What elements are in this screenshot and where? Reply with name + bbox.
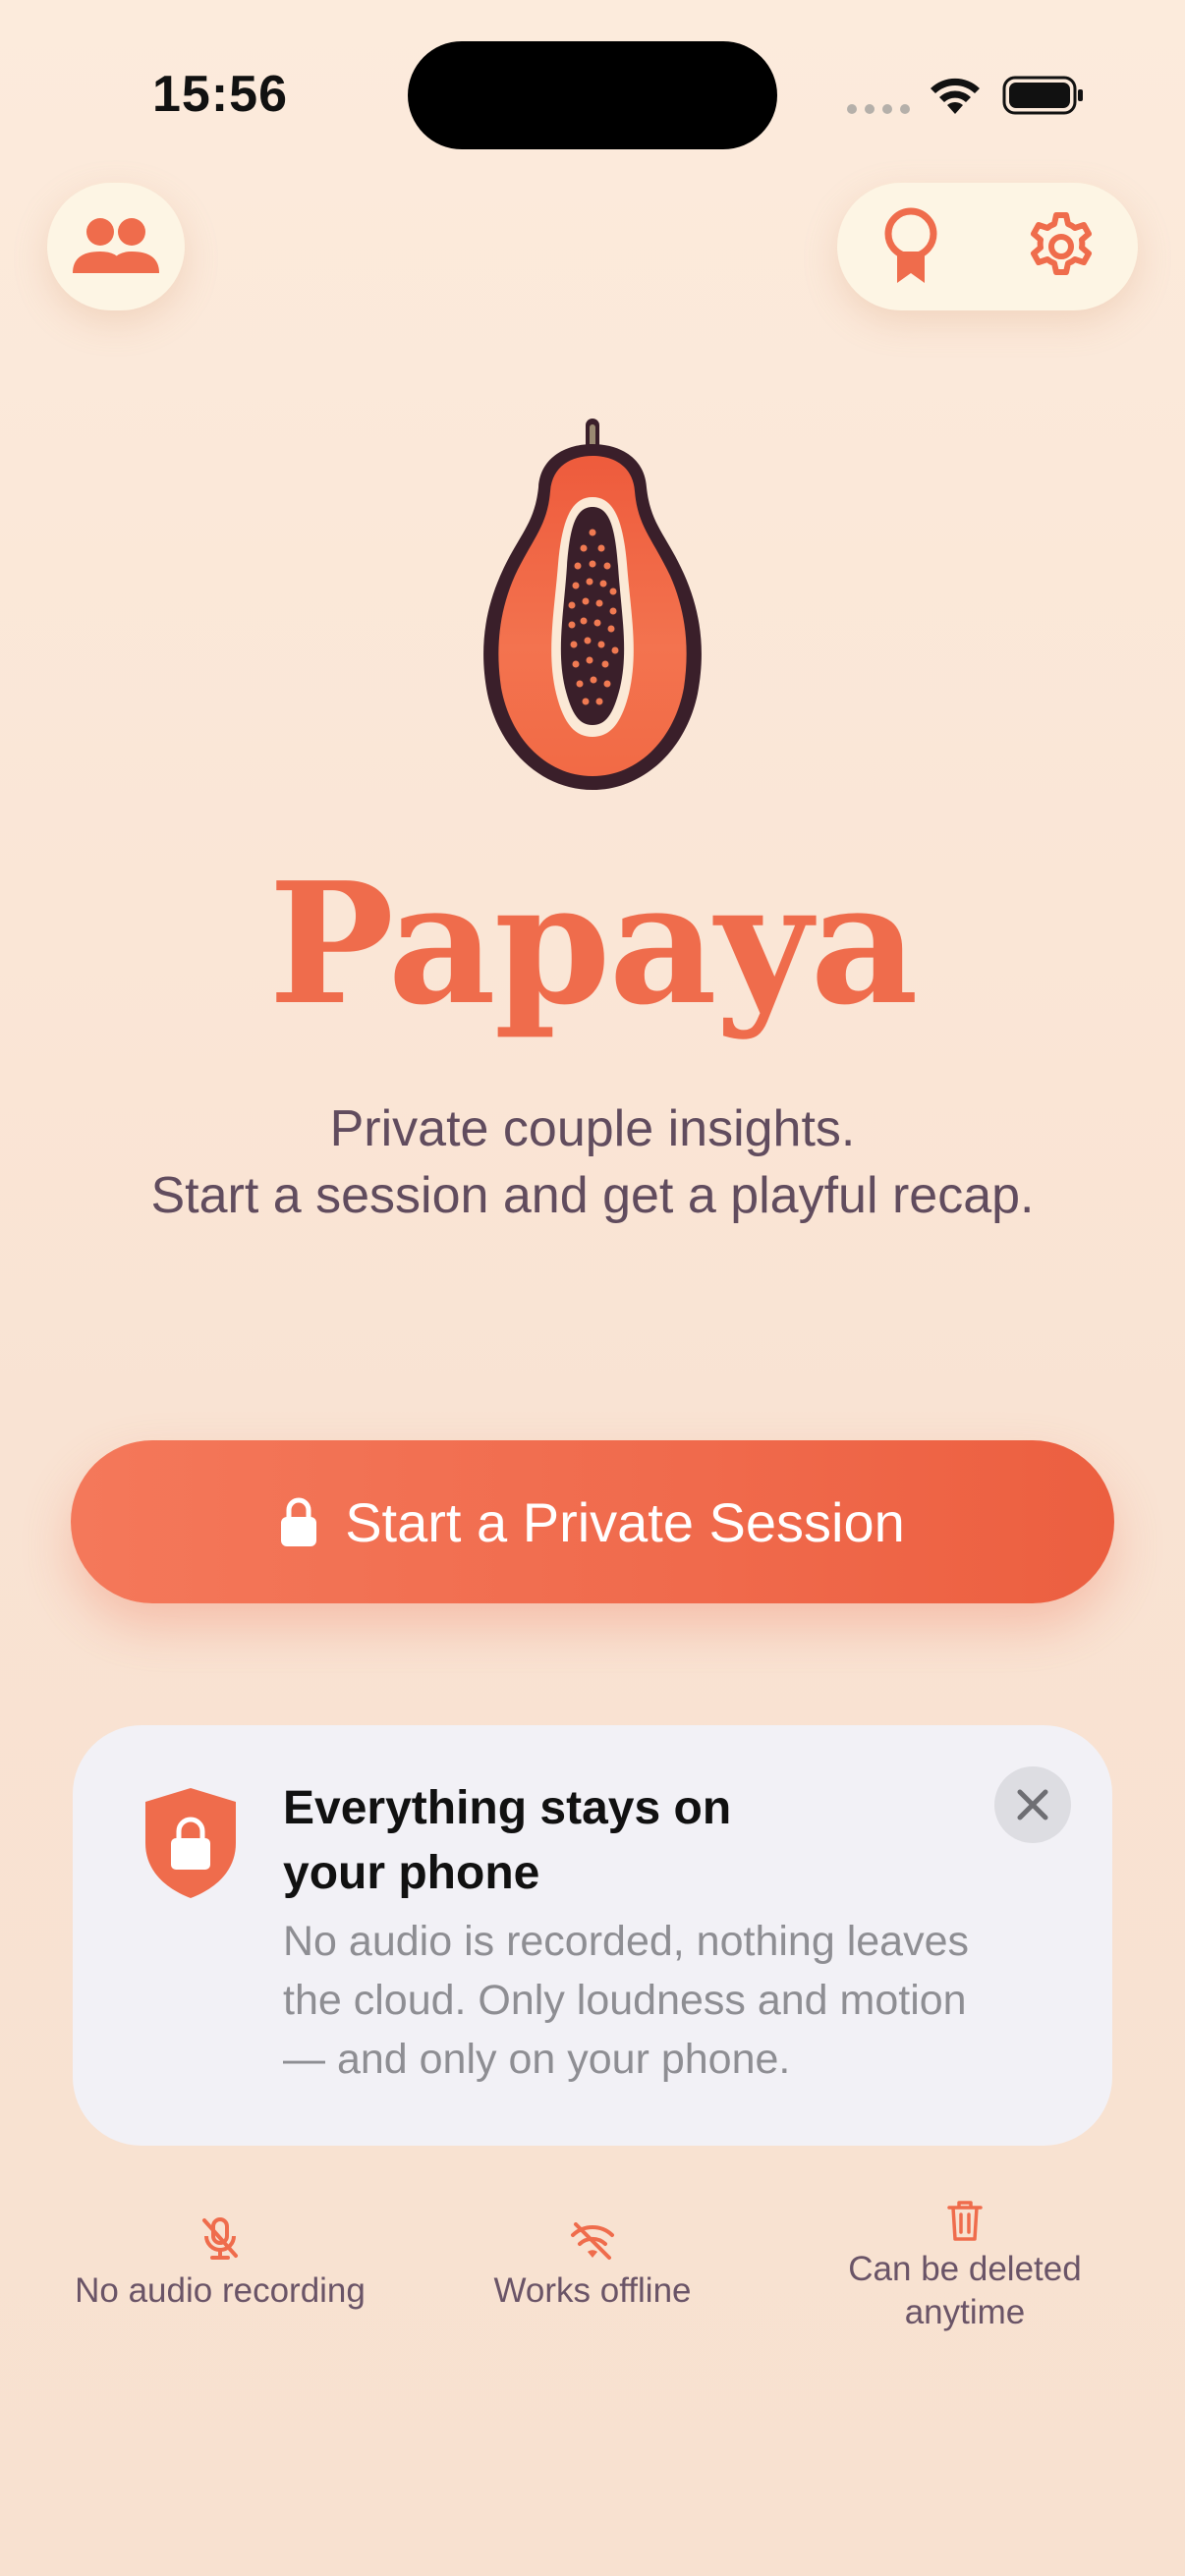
start-session-button[interactable]: Start a Private Session [71,1440,1114,1603]
status-bar: 15:56 [0,0,1185,187]
header-actions [837,183,1138,310]
feature-deletable: Can be deleted anytime [802,2193,1128,2334]
settings-button[interactable] [1026,211,1097,282]
shield-lock-icon [145,1788,236,1898]
tagline-line-2: Start a session and get a playful recap. [150,1167,1035,1224]
tagline-line-1: Private couple insights. [329,1100,856,1157]
start-session-label: Start a Private Session [345,1490,905,1553]
mic-off-icon [202,2217,238,2260]
lock-icon [281,1497,317,1546]
privacy-card: Everything stays on your phone No audio … [73,1725,1112,2146]
feature-no-audio: No audio recording [57,2211,383,2313]
privacy-card-title: Everything stays on your phone [283,1782,732,1899]
feature-deletable-label-2: anytime [904,2293,1026,2331]
privacy-card-body: No audio is recorded, nothing leaves the… [283,1918,969,2083]
feature-offline-label: Works offline [493,2271,692,2310]
app-title: Papaya [268,846,918,1042]
trash-icon [947,2201,983,2241]
gear-icon [1031,212,1092,275]
wifi-off-icon [571,2222,614,2260]
wifi-icon [931,78,980,114]
achievements-button[interactable] [878,206,943,287]
partner-button[interactable] [47,183,185,310]
close-card-button[interactable] [994,1766,1071,1843]
close-icon [1017,1789,1048,1820]
status-time: 15:56 [152,66,288,123]
award-ribbon-icon [884,207,937,283]
tagline: Private couple insights. Start a session… [0,1095,1185,1229]
feature-no-audio-label: No audio recording [75,2271,366,2310]
feature-offline: Works offline [432,2211,753,2313]
dynamic-island [408,41,777,149]
battery-icon [1002,76,1083,115]
status-icons [847,69,1083,124]
people-icon [73,218,159,273]
papaya-logo [483,419,702,790]
feature-deletable-label-1: Can be deleted [848,2250,1082,2288]
cellular-signal-icon [847,104,910,114]
